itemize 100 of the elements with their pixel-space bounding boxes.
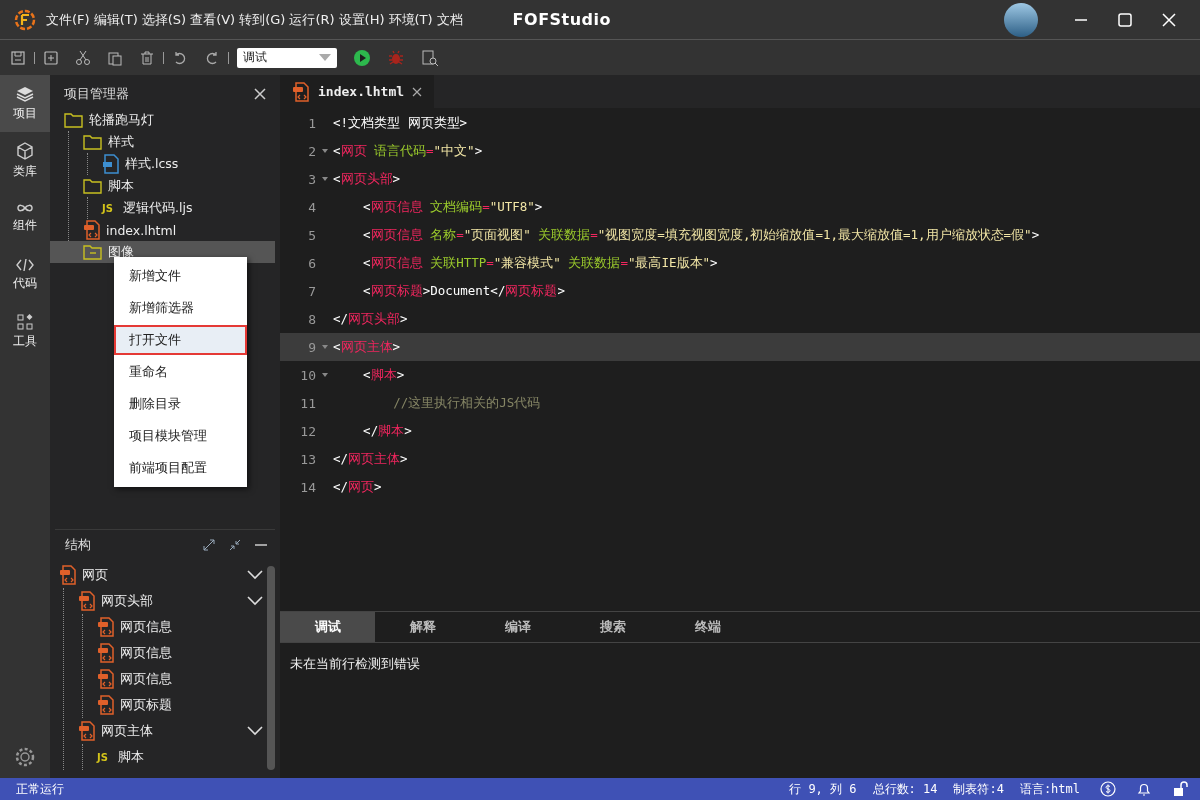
fold-caret-icon[interactable] xyxy=(321,149,328,153)
tree-item[interactable]: 轮播跑马灯 xyxy=(64,109,275,131)
save-icon[interactable] xyxy=(10,49,26,66)
cut-icon[interactable] xyxy=(75,49,91,66)
panel-tab[interactable]: 解释 xyxy=(375,612,470,642)
line-number: 6 xyxy=(307,255,316,271)
menu-item[interactable]: 运行(R) xyxy=(289,10,335,29)
maximize-icon[interactable] xyxy=(1118,12,1132,27)
tree-item[interactable]: 样式.lcss xyxy=(102,153,275,175)
panel-tab[interactable]: 终端 xyxy=(660,612,755,642)
code-line: <!文档类型 网页类型> xyxy=(333,114,468,132)
context-menu-item[interactable]: 删除目录 xyxy=(114,389,247,419)
close-icon[interactable] xyxy=(412,86,423,97)
redo-icon[interactable] xyxy=(204,49,220,66)
file-icon xyxy=(102,154,120,174)
paste-icon[interactable] xyxy=(107,49,123,66)
activity-tab[interactable]: 代码 xyxy=(0,246,50,303)
js-file-icon: JS xyxy=(97,751,113,763)
status-item: 语言:html xyxy=(1019,780,1080,798)
tree-item[interactable]: JS 逻辑代码.ljs xyxy=(102,197,275,219)
expand-icon[interactable] xyxy=(203,539,215,551)
code-file-icon xyxy=(97,695,115,715)
activity-tab[interactable]: 工具 xyxy=(0,303,50,360)
tree-item[interactable]: JS 脚本 xyxy=(97,744,267,770)
fold-caret-icon[interactable] xyxy=(321,373,328,377)
line-number: 8 xyxy=(307,311,316,327)
undo-icon[interactable] xyxy=(172,49,188,66)
trash-icon[interactable] xyxy=(139,49,155,66)
window-title: FOFStudio xyxy=(512,10,612,29)
fold-caret-icon[interactable] xyxy=(321,345,328,349)
context-menu-item[interactable]: 项目模块管理 xyxy=(114,421,247,451)
tree-item[interactable]: 网页主体 xyxy=(78,718,267,744)
panel-title: 项目管理器 xyxy=(64,85,129,103)
fold-caret-icon[interactable] xyxy=(321,177,328,181)
js-file-icon: JS xyxy=(102,202,118,214)
tree-item[interactable]: 网页头部 xyxy=(78,588,267,614)
tree-item[interactable]: 脚本 xyxy=(83,175,275,197)
chevron-down-icon[interactable] xyxy=(247,570,263,580)
tree-item[interactable]: 网页 xyxy=(59,562,267,588)
code-file-icon xyxy=(83,220,101,240)
panel-title: 结构 xyxy=(65,536,91,554)
status-item: 行 9, 列 6 xyxy=(789,780,857,798)
code-line: <网页信息 文档编码="UTF8"> xyxy=(362,198,543,216)
tree-item[interactable]: 网页标题 xyxy=(97,692,267,718)
activity-tab[interactable]: 类库 xyxy=(0,132,50,189)
menu-item[interactable]: 文档 xyxy=(436,10,463,29)
menu-item[interactable]: 编辑(T) xyxy=(93,10,138,29)
bell-icon[interactable] xyxy=(1136,781,1152,797)
dollar-icon[interactable] xyxy=(1100,781,1116,797)
close-icon[interactable] xyxy=(254,88,266,100)
code-line: </网页头部> xyxy=(333,310,408,328)
tree-item[interactable]: 样式 xyxy=(83,131,275,153)
mode-select[interactable]: 调试 xyxy=(237,47,337,68)
line-number: 7 xyxy=(307,283,316,299)
tree-item[interactable]: index.lhtml xyxy=(83,219,275,241)
context-menu-item[interactable]: 新增筛选器 xyxy=(114,293,247,323)
code-file-icon xyxy=(59,565,77,585)
collapse-icon[interactable] xyxy=(229,539,241,551)
panel-tab[interactable]: 调试 xyxy=(280,612,375,642)
code-line: <网页头部> xyxy=(333,170,401,188)
line-number: 4 xyxy=(307,199,316,215)
menu-item[interactable]: 设置(H) xyxy=(338,10,385,29)
line-number: 11 xyxy=(299,395,316,411)
unlock-icon[interactable] xyxy=(1172,781,1188,797)
code-line: <网页 语言代码="中文"> xyxy=(333,142,483,160)
tree-item[interactable]: 网页信息 xyxy=(97,614,267,640)
context-menu-item[interactable]: 前端项目配置 xyxy=(114,453,247,483)
activity-tab[interactable]: 项目 xyxy=(0,75,50,132)
tree-item[interactable]: 网页信息 xyxy=(97,640,267,666)
chevron-down-icon[interactable] xyxy=(247,596,263,606)
menu-item[interactable]: 转到(G) xyxy=(239,10,286,29)
new-file-icon[interactable] xyxy=(43,49,59,66)
code-file-icon xyxy=(97,617,115,637)
code-line: </脚本> xyxy=(362,422,412,440)
code-line: </网页主体> xyxy=(333,450,408,468)
panel-tab[interactable]: 搜索 xyxy=(565,612,660,642)
code-file-icon xyxy=(78,721,96,741)
find-in-file-icon[interactable] xyxy=(421,48,439,67)
code-line: </网页> xyxy=(333,478,382,496)
menu-item[interactable]: 文件(F) xyxy=(46,10,90,29)
layers-icon xyxy=(16,85,34,102)
context-menu-item[interactable]: 新增文件 xyxy=(114,261,247,291)
menu-item[interactable]: 选择(S) xyxy=(141,10,187,29)
scrollbar[interactable] xyxy=(267,566,275,770)
run-icon[interactable] xyxy=(353,48,371,67)
activity-tab[interactable]: 组件 xyxy=(0,189,50,246)
menu-item[interactable]: 查看(V) xyxy=(190,10,236,29)
context-menu-item[interactable]: 重命名 xyxy=(114,357,247,387)
context-menu-item[interactable]: 打开文件 xyxy=(114,325,247,355)
panel-tab[interactable]: 编译 xyxy=(470,612,565,642)
tree-item[interactable]: 网页信息 xyxy=(97,666,267,692)
chevron-down-icon[interactable] xyxy=(247,726,263,736)
editor-tab[interactable]: index.lhtml xyxy=(280,75,435,108)
settings-icon[interactable] xyxy=(14,746,36,768)
code-icon xyxy=(16,257,34,272)
menu-item[interactable]: 环境(T) xyxy=(388,10,433,29)
avatar[interactable] xyxy=(1004,2,1038,37)
code-file-icon xyxy=(78,591,96,611)
line-number: 1 xyxy=(307,115,316,131)
code-line: <网页信息 关联HTTP="兼容模式" 关联数据="最高IE版本"> xyxy=(362,254,718,272)
